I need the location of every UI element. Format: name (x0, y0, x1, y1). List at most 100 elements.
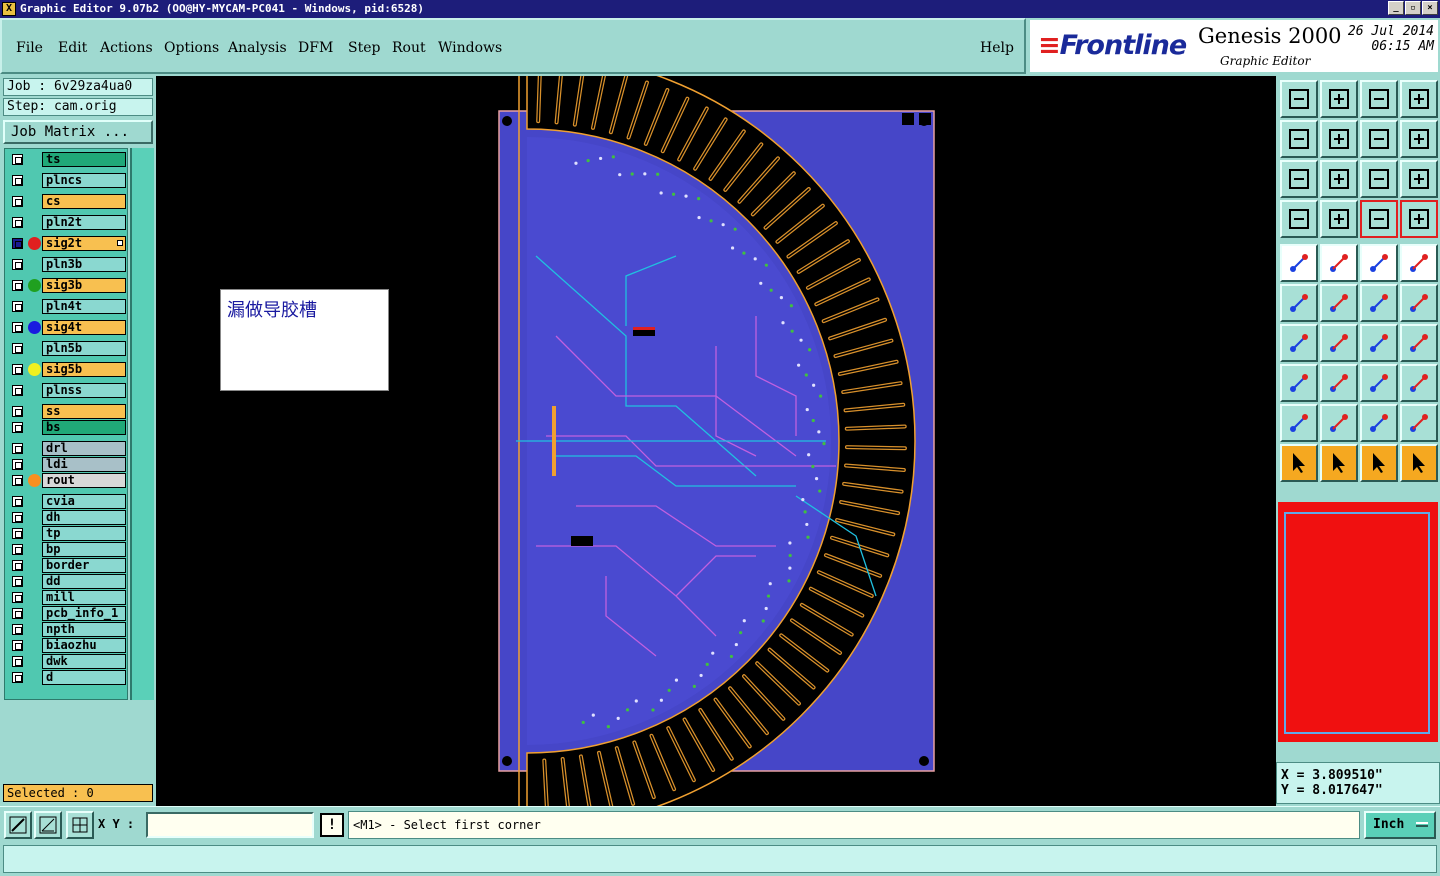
layer-row-plncs[interactable]: plncs (8, 173, 126, 188)
layer-checkbox[interactable] (12, 512, 23, 523)
layer-row-ss[interactable]: ss (8, 404, 126, 419)
layer-row-bs[interactable]: bs (8, 420, 126, 435)
layer-row-sig3b[interactable]: sig3b (8, 278, 126, 293)
layer-row-sig4t[interactable]: sig4t (8, 320, 126, 335)
layer-row-bp[interactable]: bp (8, 542, 126, 557)
center-tool-button[interactable] (1320, 160, 1358, 198)
home-tool-button[interactable] (1360, 80, 1398, 118)
layer-checkbox[interactable] (12, 496, 23, 507)
select-box-tool-button[interactable] (1320, 444, 1358, 482)
help-tool-button[interactable] (1400, 160, 1438, 198)
split-view-tool-button[interactable] (1400, 80, 1438, 118)
route-tool-button[interactable] (1400, 444, 1438, 482)
layer-name[interactable]: bs (42, 420, 126, 435)
layer-row-drl[interactable]: drl (8, 441, 126, 456)
app-icon[interactable]: X (2, 2, 16, 16)
menu-dfm[interactable]: DFM (298, 40, 333, 56)
layer-row-ts[interactable]: ts (8, 152, 126, 167)
layer-row-pln2t[interactable]: pln2t (8, 215, 126, 230)
layer-checkbox[interactable] (12, 475, 23, 486)
layer-row-dd[interactable]: dd (8, 574, 126, 589)
layer-name[interactable]: ldi (42, 457, 126, 472)
layer-row-tp[interactable]: tp (8, 526, 126, 541)
grid-mode-button[interactable] (66, 811, 94, 839)
layer-checkbox[interactable] (12, 280, 23, 291)
layer-row-cs[interactable]: cs (8, 194, 126, 209)
layer-name[interactable]: dh (42, 510, 126, 525)
one-to-two-tool-button[interactable] (1360, 160, 1398, 198)
triangle-3-tool-button[interactable] (1360, 404, 1398, 442)
layer-name[interactable]: drl (42, 441, 126, 456)
layer-name[interactable]: cs (42, 194, 126, 209)
zoom-fit-tool-button[interactable] (1360, 120, 1398, 158)
layer-name[interactable]: pcb_info_1 (42, 606, 126, 621)
layer-row-rout[interactable]: rout (8, 473, 126, 488)
layer-row-sig2t[interactable]: sig2t (8, 236, 126, 251)
angle-mode-button[interactable] (34, 811, 62, 839)
layer-checkbox[interactable] (12, 364, 23, 375)
grid-tool-button[interactable] (1320, 200, 1358, 238)
layer-checkbox[interactable] (12, 624, 23, 635)
units-select[interactable]: Inch (1364, 811, 1436, 839)
layer-row-pln3b[interactable]: pln3b (8, 257, 126, 272)
snap-tool-button[interactable] (1400, 120, 1438, 158)
slash-tool-button[interactable] (1320, 324, 1358, 362)
layer-checkbox[interactable] (12, 301, 23, 312)
layer-name[interactable]: sig2t (42, 236, 126, 251)
layer-row-mill[interactable]: mill (8, 590, 126, 605)
layer-row-plnss[interactable]: plnss (8, 383, 126, 398)
layer-row-cvia[interactable]: cvia (8, 494, 126, 509)
zoom-back-tool-button[interactable] (1280, 120, 1318, 158)
menu-file[interactable]: File (16, 40, 43, 56)
layer-name[interactable]: d (42, 670, 126, 685)
layer-name[interactable]: cvia (42, 494, 126, 509)
layer-checkbox[interactable] (12, 608, 23, 619)
layer-row-ldi[interactable]: ldi (8, 457, 126, 472)
select-arrow-2-tool-button[interactable] (1360, 444, 1398, 482)
layer-checkbox[interactable] (12, 576, 23, 587)
point-tool-button[interactable] (1400, 244, 1438, 282)
layer-checkbox[interactable] (12, 592, 23, 603)
open-tool-button[interactable] (1280, 80, 1318, 118)
layer-row-npth[interactable]: npth (8, 622, 126, 637)
maximize-button[interactable]: ▫ (1405, 1, 1421, 15)
angle-tool-button[interactable] (1280, 324, 1318, 362)
line-2-tool-button[interactable] (1400, 284, 1438, 322)
connect-tool-button[interactable] (1280, 284, 1318, 322)
layer-name[interactable]: npth (42, 622, 126, 637)
job-matrix-button[interactable]: Job Matrix ... (3, 120, 153, 144)
graphics-canvas[interactable]: 漏做导胶槽 (156, 76, 1276, 806)
layer-checkbox[interactable] (12, 672, 23, 683)
layer-name[interactable]: dwk (42, 654, 126, 669)
layer-name[interactable]: sig3b (42, 278, 126, 293)
layer-name[interactable]: bp (42, 542, 126, 557)
layer-name[interactable]: dd (42, 574, 126, 589)
layer-name[interactable]: rout (42, 473, 126, 488)
menu-options[interactable]: Options (164, 40, 219, 56)
layer-row-pln5b[interactable]: pln5b (8, 341, 126, 356)
layer-row-pln4t[interactable]: pln4t (8, 299, 126, 314)
layer-checkbox[interactable] (12, 259, 23, 270)
layer-checkbox[interactable] (12, 560, 23, 571)
triangle-tool-button[interactable] (1280, 404, 1318, 442)
xy-input[interactable] (146, 812, 314, 838)
polygon-tool-button[interactable] (1320, 244, 1358, 282)
layer-checkbox[interactable] (12, 544, 23, 555)
text-f-tool-button[interactable] (1400, 324, 1438, 362)
layer-name[interactable]: border (42, 558, 126, 573)
layer-checkbox[interactable] (12, 154, 23, 165)
ruler-tool-button[interactable] (1360, 244, 1398, 282)
layer-checkbox[interactable] (12, 385, 23, 396)
layer-checkbox[interactable] (12, 322, 23, 333)
arc-tool-button[interactable] (1360, 324, 1398, 362)
pan-tool-button[interactable] (1280, 160, 1318, 198)
layer-row-border[interactable]: border (8, 558, 126, 573)
layer-name[interactable]: plncs (42, 173, 126, 188)
layer-name[interactable]: pln4t (42, 299, 126, 314)
menu-actions[interactable]: Actions (100, 40, 153, 56)
layer-name[interactable]: sig5b (42, 362, 126, 377)
menu-step[interactable]: Step (348, 40, 380, 56)
layer-checkbox[interactable] (12, 406, 23, 417)
layer-name[interactable]: pln3b (42, 257, 126, 272)
layer-checkbox[interactable] (12, 343, 23, 354)
